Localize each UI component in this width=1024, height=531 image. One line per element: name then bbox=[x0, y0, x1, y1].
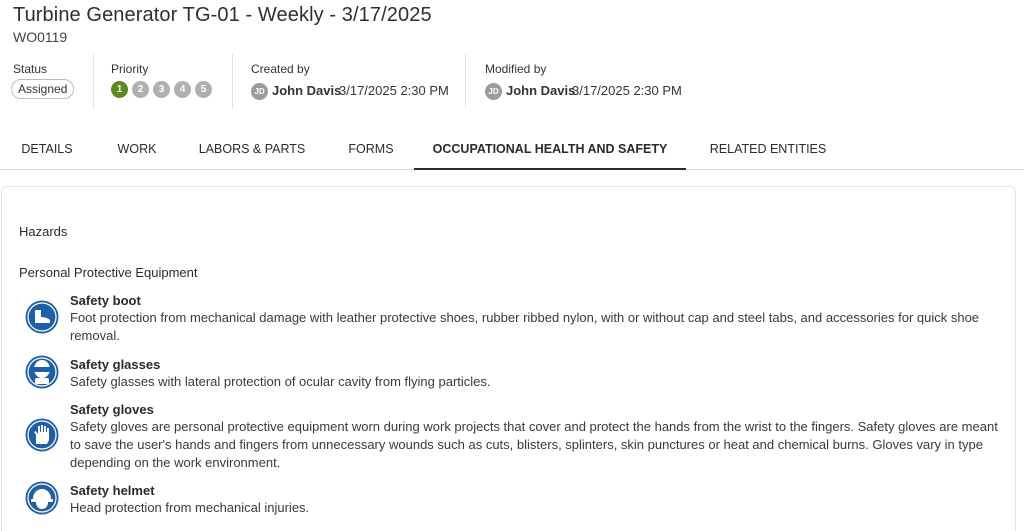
ppe-name: Safety gloves bbox=[70, 402, 154, 417]
ppe-description: Head protection from mechanical injuries… bbox=[70, 500, 310, 515]
modified-by-label: Modified by bbox=[485, 62, 547, 76]
ppe-description: Safety glasses with lateral protection o… bbox=[70, 374, 491, 389]
status-label: Status bbox=[13, 62, 48, 76]
priority-2[interactable]: 2 bbox=[132, 81, 149, 98]
ppe-name: Safety glasses bbox=[70, 357, 161, 372]
ppe-name: Safety helmet bbox=[70, 483, 155, 498]
priority-1[interactable]: 1 bbox=[111, 81, 128, 98]
modified-by-name: John Davis bbox=[506, 83, 576, 98]
safety-gloves-icon bbox=[25, 418, 59, 452]
ppe-heading: Personal Protective Equipment bbox=[19, 265, 198, 280]
priority-3[interactable]: 3 bbox=[153, 81, 170, 98]
meta-divider bbox=[93, 54, 94, 108]
meta-divider bbox=[232, 54, 233, 108]
tab-bar: DETAILS WORK LABORS & PARTS FORMS OCCUPA… bbox=[0, 130, 1024, 170]
ohs-panel: Hazards Personal Protective Equipment Sa… bbox=[1, 186, 1016, 531]
hazards-heading: Hazards bbox=[19, 224, 68, 239]
ppe-description: Safety gloves are personal protective eq… bbox=[70, 419, 998, 470]
tab-forms[interactable]: FORMS bbox=[334, 130, 408, 170]
priority-4[interactable]: 4 bbox=[174, 81, 191, 98]
created-by-name: John Davis bbox=[272, 83, 342, 98]
priority-label: Priority bbox=[111, 62, 149, 76]
created-date: 3/17/2025 2:30 PM bbox=[339, 83, 449, 98]
avatar: JD bbox=[251, 83, 268, 100]
page-title: Turbine Generator TG-01 - Weekly - 3/17/… bbox=[13, 4, 432, 26]
work-order-number: WO0119 bbox=[13, 29, 68, 45]
created-by-label: Created by bbox=[251, 62, 310, 76]
priority-5[interactable]: 5 bbox=[195, 81, 212, 98]
status-badge[interactable]: Assigned bbox=[11, 79, 75, 99]
tab-details[interactable]: DETAILS bbox=[9, 130, 85, 170]
avatar: JD bbox=[485, 83, 502, 100]
meta-divider bbox=[465, 54, 466, 108]
ppe-name: Safety boot bbox=[70, 293, 141, 308]
tab-labors-parts[interactable]: LABORS & PARTS bbox=[189, 130, 315, 170]
safety-boot-icon bbox=[25, 300, 59, 334]
tab-related-entities[interactable]: RELATED ENTITIES bbox=[700, 130, 836, 170]
modified-date: 3/17/2025 2:30 PM bbox=[572, 83, 682, 98]
safety-glasses-icon bbox=[25, 355, 59, 389]
meta-bar: Status Assigned Priority 1 2 3 4 5 Creat… bbox=[0, 54, 1024, 110]
ppe-description: Foot protection from mechanical damage w… bbox=[70, 310, 980, 343]
tab-work[interactable]: WORK bbox=[104, 130, 170, 170]
tab-occupational-health-safety[interactable]: OCCUPATIONAL HEALTH AND SAFETY bbox=[414, 130, 686, 170]
safety-helmet-icon bbox=[25, 481, 59, 515]
